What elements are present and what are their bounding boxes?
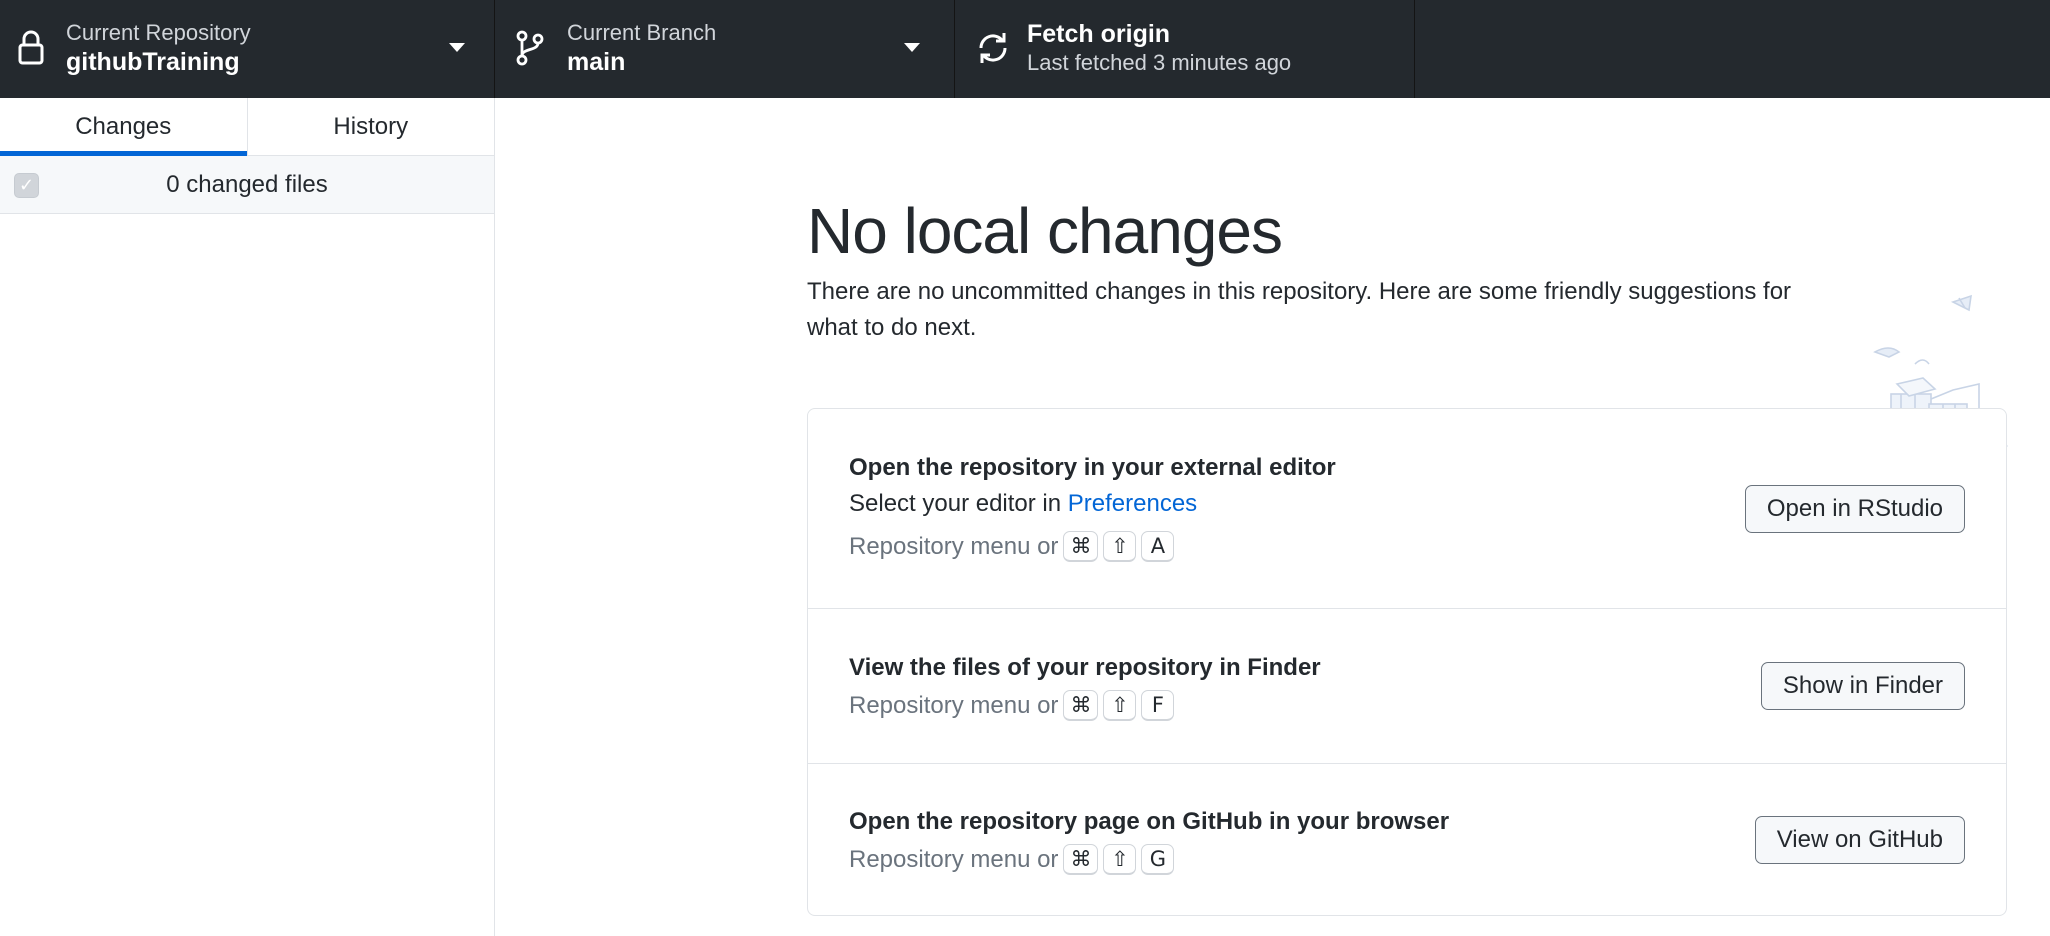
shift-key: ⇧ [1103, 531, 1137, 562]
command-key: ⌘ [1063, 690, 1099, 721]
fetch-origin-title: Fetch origin [1027, 20, 1171, 48]
current-repository-dropdown[interactable]: Current Repository githubTraining [0, 0, 495, 98]
tab-changes[interactable]: Changes [0, 98, 247, 156]
tab-history[interactable]: History [246, 98, 495, 155]
page-title: No local changes [807, 195, 1283, 267]
command-key: ⌘ [1063, 844, 1099, 875]
current-branch-dropdown[interactable]: Current Branch main [495, 0, 955, 98]
main-content: No local changes There are no uncommitte… [496, 98, 2050, 936]
suggestion-open-editor: Open the repository in your external edi… [808, 409, 2006, 609]
suggestion-title: View the files of your repository in Fin… [849, 654, 1321, 681]
shift-key: ⇧ [1103, 844, 1137, 875]
last-fetched-status: Last fetched 3 minutes ago [1027, 50, 1292, 75]
toolbar: Current Repository githubTraining Curren… [0, 0, 2050, 98]
suggestion-view-on-github: Open the repository page on GitHub in yo… [808, 764, 2006, 917]
letter-key: F [1141, 690, 1175, 721]
suggestion-title: Open the repository in your external edi… [849, 454, 1336, 481]
shortcut-prefix: Repository menu or [849, 532, 1059, 560]
page-description: There are no uncommitted changes in this… [807, 278, 1792, 341]
git-branch-icon [516, 30, 544, 66]
current-branch-label: Current Branch [567, 20, 717, 45]
keyboard-shortcut: Repository menu or ⌘ ⇧ F [849, 690, 1175, 721]
letter-key: A [1141, 531, 1175, 562]
chevron-down-icon [449, 43, 465, 52]
suggestions-panel: Open the repository in your external edi… [807, 408, 2007, 916]
shortcut-prefix: Repository menu or [849, 845, 1059, 873]
suggestion-show-in-finder: View the files of your repository in Fin… [808, 609, 2006, 764]
keyboard-shortcut: Repository menu or ⌘ ⇧ A [849, 531, 1175, 562]
letter-key: G [1141, 844, 1175, 875]
shift-key: ⇧ [1103, 690, 1137, 721]
keyboard-shortcut: Repository menu or ⌘ ⇧ G [849, 844, 1175, 875]
chevron-down-icon [904, 43, 920, 52]
suggestion-title: Open the repository page on GitHub in yo… [849, 808, 1450, 835]
show-in-finder-button[interactable]: Show in Finder [1760, 662, 1965, 710]
shortcut-prefix: Repository menu or [849, 691, 1059, 719]
current-repository-label: Current Repository [66, 20, 251, 45]
select-all-checkbox[interactable]: ✓ [14, 173, 39, 198]
changes-list-header: ✓ 0 changed files [0, 156, 494, 214]
command-key: ⌘ [1063, 531, 1099, 562]
changed-files-count: 0 changed files [166, 170, 328, 198]
suggestion-description: Select your editor in Preferences [849, 490, 1197, 518]
fetch-origin-button[interactable]: Fetch origin Last fetched 3 minutes ago [955, 0, 1415, 98]
lock-icon [18, 30, 44, 65]
sidebar-tabs: Changes History [0, 98, 494, 156]
suggestion-description-text: Select your editor in [849, 490, 1068, 517]
sidebar: Changes History ✓ 0 changed files [0, 98, 495, 936]
preferences-link[interactable]: Preferences [1068, 490, 1197, 517]
sync-icon [979, 33, 1007, 63]
current-repository-name: githubTraining [66, 48, 240, 76]
view-on-github-button[interactable]: View on GitHub [1754, 816, 1965, 864]
current-branch-name: main [567, 48, 626, 76]
open-in-rstudio-button[interactable]: Open in RStudio [1744, 485, 1965, 533]
